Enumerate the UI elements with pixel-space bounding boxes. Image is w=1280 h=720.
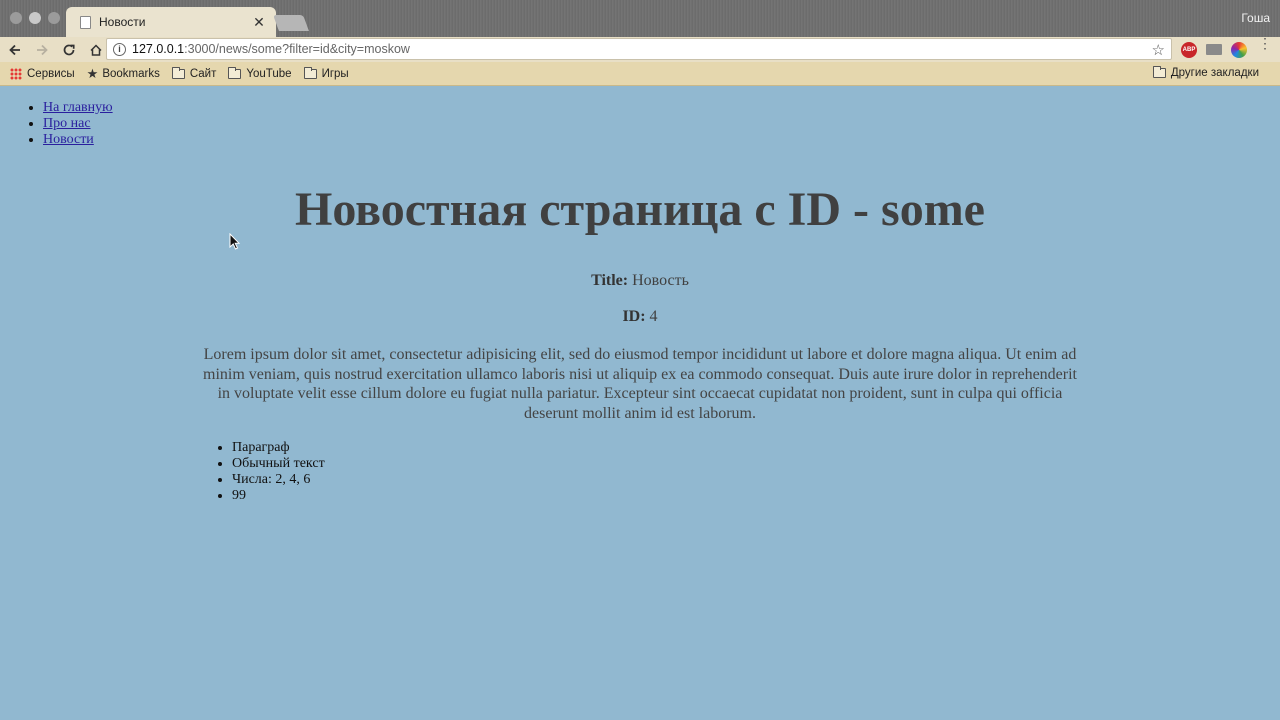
folder-icon (228, 66, 242, 79)
profile-name[interactable]: Гоша (1241, 11, 1270, 25)
field-value: 4 (649, 308, 658, 325)
menu-icon[interactable]: ⋮ (1258, 36, 1272, 57)
list-item: Числа: 2, 4, 6 (232, 472, 325, 488)
folder-icon (1152, 66, 1166, 78)
apps-grid-icon (10, 67, 22, 80)
bookmark-folder-youtube[interactable]: YouTube (228, 66, 292, 80)
reload-icon (63, 44, 75, 55)
list-item: Обычный текст (232, 456, 325, 472)
folder-icon (303, 66, 317, 79)
news-title-field: Title: Новость (0, 272, 1280, 290)
bookmark-bookmarks[interactable]: ★ Bookmarks (87, 66, 160, 82)
home-icon (90, 43, 102, 56)
nav-link-news[interactable]: Новости (43, 132, 94, 147)
url-path: :3000/news/some?filter=id&city=moskow (184, 42, 410, 56)
page-title: Новостная страница с ID - some (295, 183, 985, 236)
field-label: Title: (591, 272, 629, 289)
nav-item: Новости (43, 132, 113, 148)
address-bar[interactable]: i 127.0.0.1:3000/news/some?filter=id&cit… (106, 38, 1172, 60)
bookmark-label: YouTube (246, 67, 292, 80)
bookmark-label: Сайт (189, 67, 217, 80)
new-tab-button[interactable] (273, 15, 309, 31)
page-icon (80, 15, 91, 29)
bookmark-folder-other[interactable]: Другие закладки (1152, 66, 1259, 79)
bookmark-label: Сервисы (27, 67, 75, 80)
nav-link-home[interactable]: На главную (43, 100, 113, 115)
bookmark-star-icon[interactable]: ☆ (1152, 41, 1165, 59)
nav-item: На главную (43, 100, 113, 116)
close-window-button[interactable] (10, 12, 22, 24)
bookmark-label: Bookmarks (102, 67, 160, 80)
mouse-cursor-icon (229, 233, 241, 250)
field-label: ID: (622, 308, 646, 325)
page-content: На главную Про нас Новости Новостная стр… (0, 86, 1280, 720)
content-list: Параграф Обычный текст Числа: 2, 4, 6 99 (232, 440, 325, 504)
bookmark-folder-games[interactable]: Игры (303, 66, 349, 80)
mail-icon[interactable] (1206, 44, 1222, 55)
reload-button[interactable] (57, 39, 81, 61)
browser-tab-active[interactable]: Новости ✕ (66, 7, 276, 37)
bookmarks-bar: Сервисы ★ Bookmarks Сайт YouTube Игры Др… (0, 62, 1280, 86)
browser-toolbar: i 127.0.0.1:3000/news/some?filter=id&cit… (0, 36, 1280, 62)
nav-item: Про нас (43, 116, 113, 132)
list-item: 99 (232, 488, 325, 504)
back-button[interactable] (3, 39, 27, 61)
minimize-window-button[interactable] (29, 12, 41, 24)
star-icon: ★ (86, 65, 99, 81)
adblock-icon[interactable]: ABP (1181, 42, 1197, 58)
home-button[interactable] (84, 39, 108, 61)
info-icon[interactable]: i (113, 42, 126, 56)
browser-titlebar: Новости ✕ Гоша (0, 0, 1280, 37)
url-host: 127.0.0.1 (132, 42, 185, 56)
arrow-right-icon (37, 44, 48, 55)
news-id-field: ID: 4 (0, 308, 1280, 326)
news-body-text: Lorem ipsum dolor sit amet, consectetur … (203, 346, 1077, 422)
bookmark-folder-site[interactable]: Сайт (171, 66, 217, 80)
arrow-left-icon (9, 44, 20, 55)
nav-link-about[interactable]: Про нас (43, 116, 91, 131)
list-item: Параграф (232, 440, 325, 456)
bookmark-label: Игры (321, 67, 349, 80)
forward-button[interactable] (30, 39, 54, 61)
folder-icon (171, 66, 185, 79)
color-picker-icon[interactable] (1231, 42, 1247, 58)
bookmark-label: Другие закладки (1170, 67, 1259, 79)
tab-close-icon[interactable]: ✕ (252, 14, 266, 31)
tab-title: Новости (99, 15, 146, 29)
field-value: Новость (632, 272, 689, 289)
bookmark-apps[interactable]: Сервисы (10, 67, 75, 80)
zoom-window-button[interactable] (48, 12, 60, 24)
site-nav: На главную Про нас Новости (43, 100, 113, 148)
